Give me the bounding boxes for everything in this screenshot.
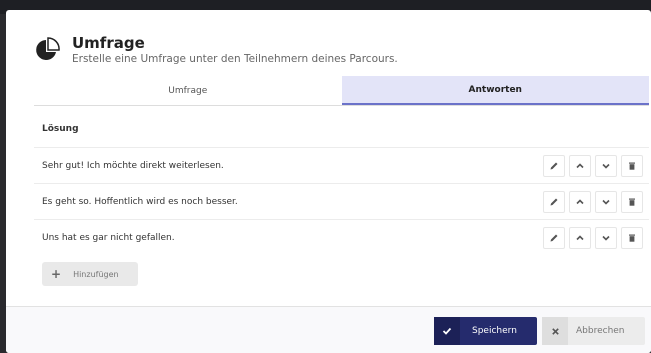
move-up-button[interactable] — [569, 226, 591, 249]
chevron-down-icon — [602, 235, 610, 241]
chevron-down-icon — [602, 199, 610, 205]
pencil-icon — [550, 234, 558, 241]
edit-button[interactable] — [543, 190, 565, 213]
move-up-button[interactable] — [569, 154, 591, 177]
modal-header: Umfrage Erstelle eine Umfrage unter den … — [34, 30, 398, 70]
chevron-up-icon — [576, 162, 584, 168]
edit-button[interactable] — [543, 226, 565, 249]
pencil-icon — [550, 162, 558, 169]
add-answer-label: Hinzufügen — [73, 269, 119, 279]
move-down-button[interactable] — [595, 190, 617, 213]
check-icon — [434, 317, 460, 345]
chevron-down-icon — [602, 163, 610, 169]
save-button[interactable]: Speichern — [434, 317, 537, 345]
modal-footer: Speichern Abbrechen — [6, 306, 651, 353]
answer-row: Es geht so. Hoffentlich wird es noch bes… — [34, 183, 649, 219]
tab-antworten[interactable]: Antworten — [341, 76, 649, 105]
chevron-up-icon — [576, 198, 584, 204]
header-text: Umfrage Erstelle eine Umfrage unter den … — [72, 34, 398, 66]
trash-icon — [629, 162, 635, 170]
answer-row: Uns hat es gar nicht gefallen. — [34, 219, 649, 255]
chevron-up-icon — [576, 234, 584, 240]
modal-subtitle: Erstelle eine Umfrage unter den Teilnehm… — [72, 53, 398, 65]
pencil-icon — [550, 198, 558, 205]
plus-icon: + — [51, 267, 62, 281]
close-icon — [542, 317, 568, 345]
delete-button[interactable] — [621, 226, 643, 249]
answer-text: Uns hat es gar nicht gefallen. — [42, 232, 175, 243]
row-actions — [539, 190, 643, 213]
cancel-label: Abbrechen — [576, 326, 625, 336]
tab-umfrage[interactable]: Umfrage — [34, 76, 342, 105]
tab-bar: Umfrage Antworten — [34, 76, 649, 106]
cancel-button[interactable]: Abbrechen — [542, 317, 645, 345]
move-down-button[interactable] — [595, 154, 617, 177]
trash-icon — [629, 234, 635, 242]
move-down-button[interactable] — [595, 226, 617, 249]
answer-text: Es geht so. Hoffentlich wird es noch bes… — [42, 196, 238, 207]
delete-button[interactable] — [621, 190, 643, 213]
trash-icon — [629, 198, 635, 206]
row-actions — [539, 226, 643, 249]
edit-button[interactable] — [543, 154, 565, 177]
save-label: Speichern — [472, 326, 517, 336]
row-actions — [539, 154, 643, 177]
answer-text: Sehr gut! Ich möchte direkt weiterlesen. — [42, 160, 224, 171]
add-answer-button[interactable]: + Hinzufügen — [42, 262, 138, 286]
delete-button[interactable] — [621, 154, 643, 177]
modal-title: Umfrage — [72, 34, 145, 52]
answer-row: Sehr gut! Ich möchte direkt weiterlesen. — [34, 147, 649, 183]
pie-chart-icon — [36, 37, 60, 60]
section-label: Lösung — [42, 124, 79, 134]
survey-modal: Umfrage Erstelle eine Umfrage unter den … — [6, 10, 651, 353]
move-up-button[interactable] — [569, 190, 591, 213]
